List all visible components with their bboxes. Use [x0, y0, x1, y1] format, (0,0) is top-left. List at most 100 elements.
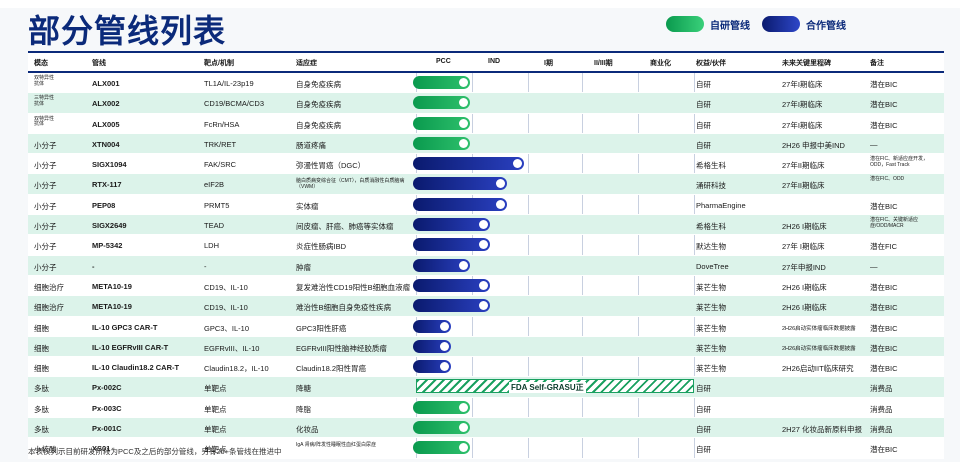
modality-cell: 细胞治疗: [34, 303, 64, 313]
progress-bar: [413, 421, 470, 435]
modality-cell: 小分子: [34, 262, 57, 272]
note-cell: 潜在FIC、关键新适应症/ODD/MACR: [870, 217, 919, 229]
indication-cell: 肿瘤: [296, 262, 311, 272]
milestone-cell: 27年申报IND: [782, 262, 826, 272]
target-cell: Claudin18.2，IL-10: [204, 364, 269, 374]
header-modality: 模态: [34, 60, 48, 67]
milestone-cell: 2H27 化妆品新原料申报: [782, 425, 863, 435]
partner-cell: PharmaEngine: [696, 200, 746, 210]
modality-cell: 双特异性抗体: [34, 75, 55, 87]
partner-cell: 自研: [696, 425, 711, 435]
pipeline-cell: IL-10 EGFRvIII CAR-T: [92, 342, 169, 352]
partner-cell: 莱芒生物: [696, 343, 726, 353]
target-cell: LDH: [204, 241, 220, 251]
note-cell: 消费品: [870, 384, 893, 394]
pipeline-cell: SIGX1094: [92, 160, 127, 170]
note-cell: 潜在FIC、ODD: [870, 176, 905, 183]
progress-bar: [413, 197, 507, 211]
milestone-cell: 2H26启动实体瘤临床数据披露: [782, 345, 856, 352]
modality-cell: 小分子: [34, 222, 57, 232]
header-commercial: 商业化: [650, 60, 671, 67]
progress-dot-icon: [459, 78, 468, 87]
partner-cell: 自研: [696, 445, 711, 455]
milestone-cell: 2H26启动IIT临床研究: [782, 364, 854, 374]
table-row: 细胞 IL-10 Claudin18.2 CAR-T Claudin18.2，IL-…: [28, 357, 944, 378]
partner-cell: 莱芒生物: [696, 364, 726, 374]
target-cell: 单靶点: [204, 425, 227, 435]
target-cell: eIF2B: [204, 180, 225, 190]
table-row: 小分子 RTX-117 eIF2B 脑白质病变综合征（CMT），白质消融性白质脑病（V…: [28, 174, 944, 195]
target-cell: -: [204, 261, 207, 271]
table-header: 模态 管线 靶点/机制 适应症 PCC IND I期 II/III期 商业化 权…: [28, 51, 944, 73]
progress-dot-icon: [440, 362, 449, 372]
progress-bar: [413, 218, 490, 232]
progress-dot-icon: [459, 138, 468, 148]
progress-bar: [413, 116, 470, 130]
progress-bar: [413, 278, 490, 292]
target-cell: CD19/BCMA/CD3: [204, 99, 265, 109]
target-cell: PRMT5: [204, 200, 230, 210]
header-ind: IND: [488, 58, 501, 65]
indication-cell: 肠道疼痛: [296, 140, 326, 150]
indication-cell: 自身免疫疾病: [296, 120, 341, 130]
indication-cell: 化妆品: [296, 425, 319, 435]
indication-cell: 脑白质病变综合征（CMT），白质消融性白质脑病（VWM）: [296, 178, 405, 191]
modality-cell: 三特异性抗体: [34, 95, 55, 107]
milestone-cell: 2H26 I期临床: [782, 303, 827, 313]
modality-cell: 多肽: [34, 404, 49, 414]
modality-cell: 多肽: [34, 425, 49, 435]
indication-cell: 降糖: [296, 384, 311, 394]
target-cell: TRK/RET: [204, 139, 237, 149]
table-row: 细胞 IL-10 GPC3 CAR-T GPC3、IL-10 GPC3阳性肝癌 莱芒生物…: [28, 317, 944, 337]
note-cell: 潜在BIC: [870, 343, 898, 353]
milestone-cell: 27年I期临床: [782, 100, 823, 110]
legend-own-swatch: [666, 16, 704, 32]
indication-cell: GPC3阳性肝癌: [296, 323, 347, 333]
modality-cell: 细胞: [34, 323, 49, 333]
indication-cell: 间皮瘤、肝癌、肺癌等实体瘤: [296, 222, 394, 232]
indication-cell: 降脂: [296, 404, 311, 414]
legend-own-label: 自研管线: [710, 20, 750, 32]
milestone-cell: 2H26启动实体瘤临床数据披露: [782, 325, 856, 332]
header-target: 靶点/机制: [204, 60, 234, 67]
note-cell: 潜在BIC: [870, 445, 898, 455]
pipeline-cell: META10-19: [92, 302, 132, 312]
header-phase23: II/III期: [594, 60, 613, 67]
progress-dot-icon: [479, 240, 488, 250]
progress-bar: [413, 360, 451, 374]
table-row: 细胞治疗 META10-19 CD19、IL-10 难治性B细胞自身免疫性疾病 莱芒生物…: [28, 296, 944, 317]
indication-cell: IgA 肾病/阵发性睡眠性血红蛋白尿症: [296, 442, 377, 449]
milestone-cell: 2H26 I期临床: [782, 282, 827, 292]
partner-cell: 默达生物: [696, 242, 726, 252]
progress-bar: [413, 400, 470, 414]
progress-dot-icon: [479, 220, 488, 230]
legend-own: 自研管线: [666, 16, 750, 32]
partner-cell: 希格生科: [696, 161, 726, 171]
note-cell: 潜在BIC: [870, 364, 898, 374]
note-cell: 潜在BIC: [870, 80, 898, 89]
pipeline-cell: META10-19: [92, 281, 132, 291]
milestone-cell: 2H26 申报中美IND: [782, 140, 845, 150]
milestone-cell: 27年II期临床: [782, 181, 825, 191]
pipeline-cell: XTN004: [92, 139, 120, 149]
progress-dot-icon: [459, 423, 468, 433]
milestone-cell: 27年I期临床: [782, 120, 823, 130]
note-cell: 潜在BIC: [870, 100, 898, 110]
note-cell: 潜在BIC: [870, 120, 898, 130]
target-cell: FAK/SRC: [204, 160, 237, 170]
progress-bar: [413, 96, 470, 110]
target-cell: 单靶点: [204, 404, 227, 414]
progress-dot-icon: [496, 179, 505, 189]
header-pcc: PCC: [436, 58, 451, 65]
table-row: 小分子 XTN004 TRK/RET 肠道疼痛 自研 2H26 申报中美IND —: [28, 133, 944, 155]
target-cell: EGFRvIII、IL-10: [204, 343, 260, 353]
modality-cell: 小分子: [34, 242, 57, 252]
target-cell: CD19、IL-10: [204, 282, 248, 292]
partner-cell: 自研: [696, 80, 711, 89]
table-row: 双特异性抗体 ALX001 TL1A/IL-23p19 自身免疫疾病 自研 27年I期临床…: [28, 73, 944, 94]
indication-cell: 复发难治性CD19阳性B细胞血液瘤: [296, 282, 411, 292]
table-row: 小分子 SIGX2649 TEAD 间皮瘤、肝癌、肺癌等实体瘤 希格生科 2H26 I期临…: [28, 215, 944, 236]
progress-dot-icon: [459, 98, 468, 108]
hatch-label: FDA Self-GRASU正: [509, 382, 586, 394]
partner-cell: 自研: [696, 404, 711, 414]
